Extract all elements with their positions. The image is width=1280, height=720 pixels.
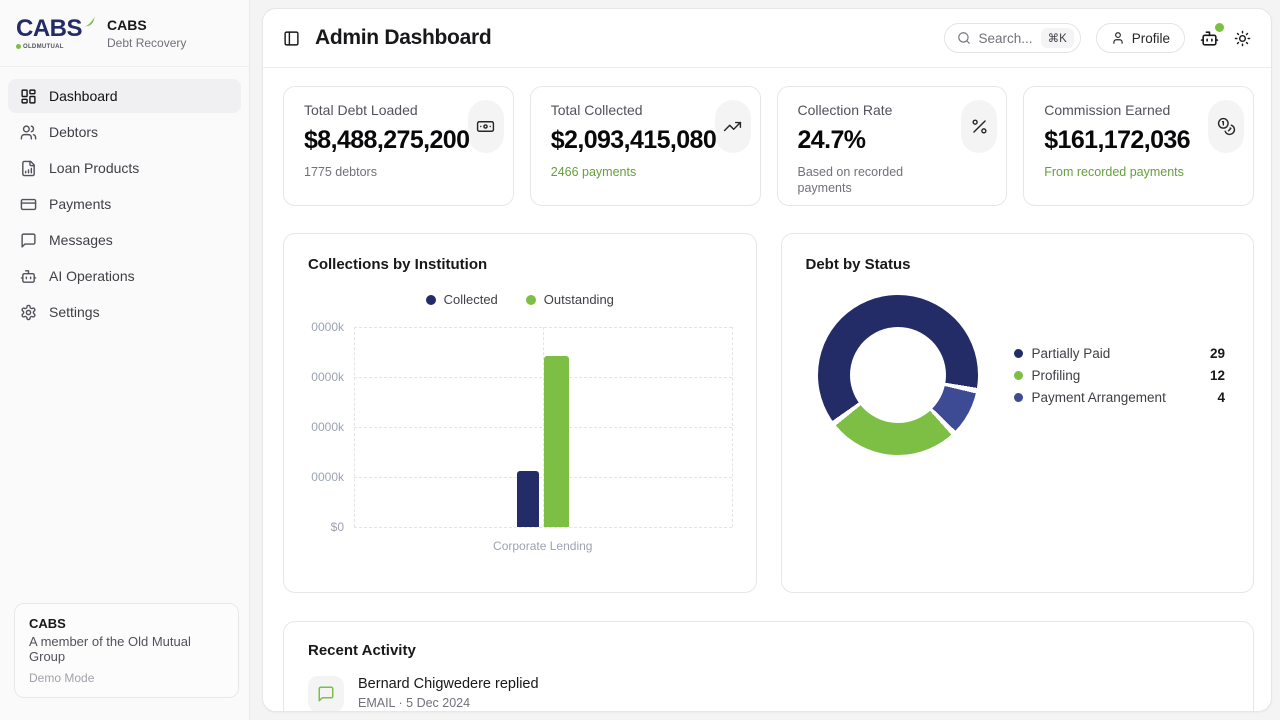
file-chart-icon: [20, 160, 37, 177]
demo-mode-label: Demo Mode: [29, 671, 224, 685]
credit-card-icon: [20, 196, 37, 213]
search-shortcut-badge: ⌘K: [1041, 28, 1074, 48]
sidebar-nav: Dashboard Debtors Loan Products Payments…: [0, 67, 249, 341]
legend-value: 12: [1210, 368, 1225, 383]
chart-title: Debt by Status: [806, 256, 1230, 273]
bar-collected[interactable]: [517, 471, 539, 527]
stat-value: $2,093,415,080: [551, 126, 740, 155]
logo-word: CABS: [16, 17, 82, 41]
page-title: Admin Dashboard: [315, 26, 491, 50]
footer-title: CABS: [29, 616, 224, 631]
page-header: Admin Dashboard Search... ⌘K Profile: [263, 9, 1271, 68]
legend-value: 4: [1217, 390, 1225, 405]
recent-activity-title: Recent Activity: [308, 642, 1229, 659]
sidebar-item-payments[interactable]: Payments: [8, 187, 241, 221]
gear-icon: [20, 304, 37, 321]
brand-header: CABS OLDMUTUAL CABS Debt Recovery: [0, 0, 249, 67]
cabs-logo: CABS OLDMUTUAL: [16, 17, 96, 50]
dashboard-content: Total Debt Loaded $8,488,275,200 1775 de…: [263, 68, 1271, 711]
stat-value: $8,488,275,200: [304, 126, 493, 155]
sidebar-item-debtors[interactable]: Debtors: [8, 115, 241, 149]
main-area: Admin Dashboard Search... ⌘K Profile: [250, 0, 1280, 720]
stat-subtext: From recorded payments: [1044, 164, 1196, 180]
legend-dot: [1014, 393, 1023, 402]
stat-subtext: Based on recorded payments: [798, 164, 950, 197]
legend-dot-outstanding: [526, 295, 536, 305]
panel-left-icon: [283, 30, 300, 47]
charts-row: Collections by Institution Collected Out…: [283, 233, 1254, 593]
stat-value: 24.7%: [798, 126, 987, 155]
bot-icon: [20, 268, 37, 285]
profile-button[interactable]: Profile: [1096, 23, 1185, 53]
activity-meta: EMAIL · 5 Dec 2024: [358, 696, 539, 710]
debt-status-donut-card: Debt by Status Partially Paid 29 Pro: [781, 233, 1255, 593]
search-placeholder: Search...: [979, 31, 1033, 46]
stat-subtext: 2466 payments: [551, 164, 703, 180]
legend-dot: [1014, 349, 1023, 358]
recent-activity-card: Recent Activity Bernard Chigwedere repli…: [283, 621, 1254, 711]
stat-card-total-debt: Total Debt Loaded $8,488,275,200 1775 de…: [283, 86, 514, 206]
theme-toggle-button[interactable]: [1234, 30, 1251, 47]
x-axis-label: Corporate Lending: [308, 539, 732, 553]
collections-bar-chart-card: Collections by Institution Collected Out…: [283, 233, 757, 593]
message-square-icon: [20, 232, 37, 249]
legend-row-profiling: Profiling 12: [1014, 364, 1226, 386]
legend-row-payment-arrangement: Payment Arrangement 4: [1014, 386, 1226, 408]
donut-legend: Partially Paid 29 Profiling 12 Payment A…: [1014, 342, 1226, 408]
bot-icon: [1200, 29, 1219, 48]
bar-chart: 0000k 0000k 0000k 0000k $0: [308, 327, 732, 527]
message-square-icon: [317, 685, 335, 703]
y-axis: 0000k 0000k 0000k 0000k $0: [308, 327, 354, 527]
online-status-dot: [1215, 23, 1224, 32]
ai-assistant-button[interactable]: [1200, 29, 1219, 48]
legend-value: 29: [1210, 346, 1225, 361]
search-icon: [957, 31, 971, 45]
stat-card-collection-rate: Collection Rate 24.7% Based on recorded …: [777, 86, 1008, 206]
sidebar-item-messages[interactable]: Messages: [8, 223, 241, 257]
dashboard-icon: [20, 88, 37, 105]
users-icon: [20, 124, 37, 141]
stat-card-commission-earned: Commission Earned $161,172,036 From reco…: [1023, 86, 1254, 206]
stat-subtext: 1775 debtors: [304, 164, 456, 180]
bar-outstanding[interactable]: [544, 356, 569, 527]
sun-icon: [1234, 30, 1251, 47]
activity-list-item[interactable]: Bernard Chigwedere replied EMAIL · 5 Dec…: [308, 676, 1229, 711]
leaf-icon: [83, 15, 96, 28]
footer-subtitle: A member of the Old Mutual Group: [29, 634, 224, 664]
logo-sub-text: OLDMUTUAL: [23, 44, 64, 50]
sidebar: CABS OLDMUTUAL CABS Debt Recovery Dashbo…: [0, 0, 250, 720]
sidebar-item-dashboard[interactable]: Dashboard: [8, 79, 241, 113]
sidebar-footer-card: CABS A member of the Old Mutual Group De…: [14, 603, 239, 698]
old-mutual-dot-icon: [16, 44, 21, 49]
sidebar-toggle-button[interactable]: [283, 30, 300, 47]
search-input[interactable]: Search... ⌘K: [944, 23, 1081, 53]
bar-plot-area: [354, 327, 732, 527]
donut-chart[interactable]: [818, 295, 978, 455]
legend-dot: [1014, 371, 1023, 380]
sidebar-item-ai-operations[interactable]: AI Operations: [8, 259, 241, 293]
activity-name: Bernard Chigwedere replied: [358, 676, 539, 692]
brand-tagline: Debt Recovery: [107, 36, 186, 50]
stats-row: Total Debt Loaded $8,488,275,200 1775 de…: [283, 86, 1254, 206]
user-icon: [1111, 31, 1125, 45]
bar-chart-legend: Collected Outstanding: [308, 292, 732, 307]
brand-name: CABS: [107, 17, 186, 33]
stat-value: $161,172,036: [1044, 126, 1233, 155]
legend-dot-collected: [426, 295, 436, 305]
stat-card-total-collected: Total Collected $2,093,415,080 2466 paym…: [530, 86, 761, 206]
legend-row-partially-paid: Partially Paid 29: [1014, 342, 1226, 364]
main-panel: Admin Dashboard Search... ⌘K Profile: [262, 8, 1272, 712]
chart-title: Collections by Institution: [308, 256, 732, 273]
sidebar-item-loan-products[interactable]: Loan Products: [8, 151, 241, 185]
sidebar-item-settings[interactable]: Settings: [8, 295, 241, 329]
